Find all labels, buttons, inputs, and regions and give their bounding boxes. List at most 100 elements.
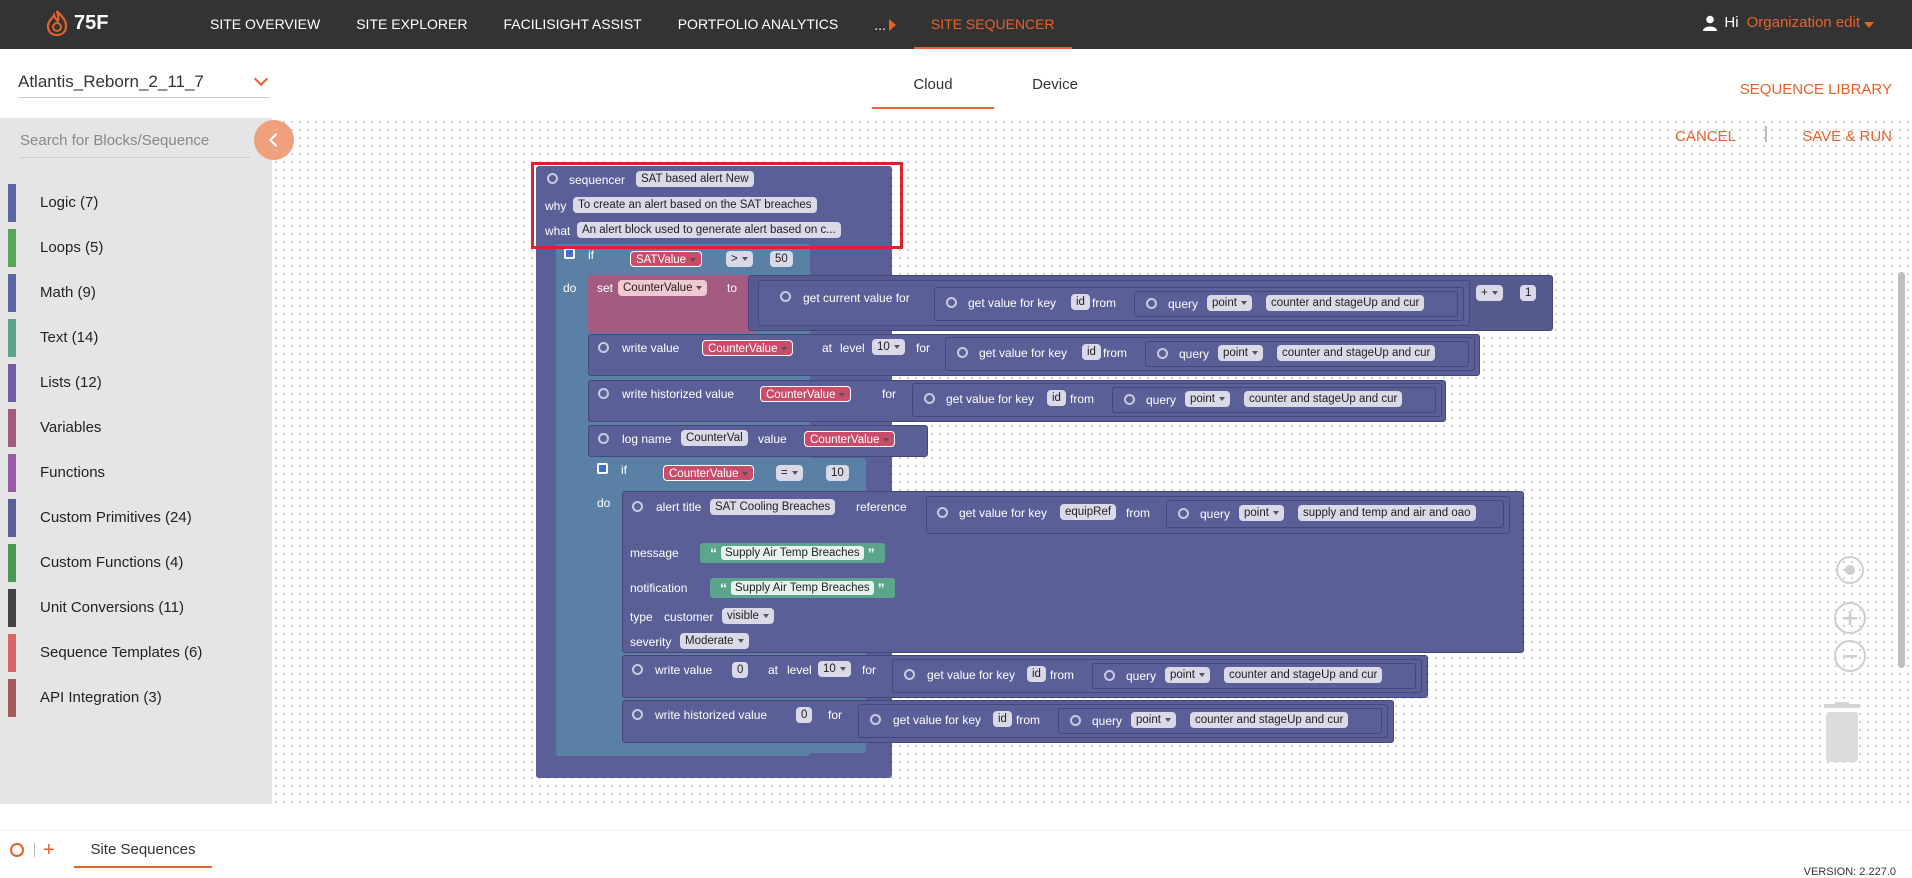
threshold-value[interactable]: 50 (770, 251, 793, 267)
gear-icon[interactable] (870, 714, 881, 725)
query-type-dropdown[interactable]: point (1165, 667, 1210, 683)
add-icon[interactable]: + (43, 839, 55, 862)
gear-icon[interactable] (1157, 348, 1168, 359)
tab-cloud[interactable]: Cloud (872, 76, 994, 109)
nav-site-overview[interactable]: SITE OVERVIEW (210, 0, 320, 49)
sequence-library-link[interactable]: SEQUENCE LIBRARY (1740, 81, 1892, 98)
increment-value[interactable]: 1 (1520, 285, 1537, 301)
query-filter-field[interactable]: counter and stageUp and cur (1190, 712, 1349, 728)
query-type-dropdown[interactable]: point (1207, 295, 1252, 311)
zero-value[interactable]: 0 (732, 662, 749, 678)
category-variables[interactable]: Variables (0, 405, 202, 450)
zoom-in-button[interactable] (1834, 602, 1866, 634)
query-filter-field[interactable]: counter and stageUp and cur (1244, 391, 1403, 407)
key-id-field[interactable]: id (1071, 294, 1090, 310)
category-api-integration[interactable]: API Integration (3) (0, 675, 202, 720)
gear-icon[interactable] (632, 501, 643, 512)
math-operator-dropdown[interactable]: + (1476, 285, 1503, 301)
nav-portfolio-analytics[interactable]: PORTFOLIO ANALYTICS (678, 0, 839, 49)
zero-value[interactable]: 0 (796, 707, 813, 723)
nav-site-explorer[interactable]: SITE EXPLORER (356, 0, 467, 49)
severity-dropdown[interactable]: Moderate (680, 633, 749, 649)
countervalue-variable[interactable]: CounterValue (702, 340, 794, 356)
query-filter-field[interactable]: counter and stageUp and cur (1266, 295, 1425, 311)
query-type-dropdown[interactable]: point (1239, 505, 1284, 521)
brand-logo[interactable]: 75F (46, 10, 108, 36)
gear-icon[interactable] (1070, 715, 1081, 726)
gear-icon[interactable] (598, 388, 609, 399)
countervalue-variable[interactable]: CounterValue (663, 465, 755, 481)
gear-icon[interactable] (598, 342, 609, 353)
query-type-dropdown[interactable]: point (1218, 345, 1263, 361)
comparison-operator[interactable]: = (776, 465, 803, 481)
level-dropdown[interactable]: 10 (818, 661, 851, 677)
category-custom-primitives[interactable]: Custom Primitives (24) (0, 495, 202, 540)
query-filter-field[interactable]: counter and stageUp and cur (1277, 345, 1436, 361)
nav-facilisight-assist[interactable]: FACILISIGHT ASSIST (503, 0, 641, 49)
gear-icon[interactable] (924, 393, 935, 404)
notification-text[interactable]: Supply Air Temp Breaches (731, 581, 874, 595)
category-custom-functions[interactable]: Custom Functions (4) (0, 540, 202, 585)
tab-site-sequences[interactable]: Site Sequences (74, 841, 212, 868)
category-functions[interactable]: Functions (0, 450, 202, 495)
zoom-out-button[interactable] (1834, 640, 1866, 672)
category-loops[interactable]: Loops (5) (0, 225, 202, 270)
countervalue-variable[interactable]: CounterValue (760, 386, 852, 402)
workspace-scrollbar[interactable] (1898, 272, 1905, 668)
tab-device[interactable]: Device (994, 76, 1116, 109)
query-type-dropdown[interactable]: point (1131, 712, 1176, 728)
gear-icon[interactable] (1146, 298, 1157, 309)
key-id-field[interactable]: id (993, 711, 1012, 727)
key-id-field[interactable]: id (1082, 344, 1101, 360)
key-equipref-field[interactable]: equipRef (1060, 504, 1117, 520)
user-menu[interactable]: Hi Organization edit (1702, 14, 1874, 31)
gear-icon[interactable] (1104, 670, 1115, 681)
gear-icon[interactable] (598, 433, 609, 444)
alert-title-field[interactable]: SAT Cooling Breaches (710, 499, 836, 515)
countervalue-variable[interactable]: CounterValue (804, 431, 896, 447)
query-filter-field[interactable]: counter and stageUp and cur (1224, 667, 1383, 683)
save-run-button[interactable]: SAVE & RUN (1802, 128, 1892, 145)
message-text[interactable]: Supply Air Temp Breaches (721, 546, 864, 560)
gear-icon[interactable] (780, 291, 791, 302)
countervalue-variable[interactable]: CounterValue (618, 280, 708, 296)
gear-icon[interactable] (957, 347, 968, 358)
gear-icon[interactable] (904, 669, 915, 680)
query-filter-field[interactable]: supply and temp and air and oao (1298, 505, 1476, 521)
compare-value[interactable]: 10 (826, 465, 849, 481)
log-name-field[interactable]: CounterVal (681, 430, 748, 446)
category-text[interactable]: Text (14) (0, 315, 202, 360)
gear-icon[interactable] (632, 664, 643, 675)
key-id-field[interactable]: id (1027, 666, 1046, 682)
gear-icon[interactable] (1124, 394, 1135, 405)
notification-string-block[interactable]: “ Supply Air Temp Breaches ” (710, 578, 895, 598)
level-dropdown[interactable]: 10 (872, 339, 905, 355)
comparison-operator[interactable]: > (726, 251, 753, 267)
org-label[interactable]: Organization edit (1747, 14, 1860, 31)
search-icon[interactable] (10, 843, 24, 857)
key-id-field[interactable]: id (1047, 390, 1066, 406)
collapse-sidebar-button[interactable] (254, 120, 294, 160)
site-selector[interactable]: Atlantis_Reborn_2_11_7 (18, 71, 270, 98)
gear-icon[interactable] (946, 297, 957, 308)
category-logic[interactable]: Logic (7) (0, 180, 202, 225)
trash-icon[interactable] (1820, 702, 1864, 764)
gear-icon[interactable] (937, 507, 948, 518)
nav-site-sequencer[interactable]: SITE SEQUENCER (913, 0, 1072, 49)
mutator-icon[interactable] (564, 248, 575, 259)
category-unit-conversions[interactable]: Unit Conversions (11) (0, 585, 202, 630)
gear-icon[interactable] (1178, 508, 1189, 519)
nav-more-button[interactable]: ... (874, 17, 896, 33)
satvalue-variable[interactable]: SATValue (630, 251, 703, 267)
category-lists[interactable]: Lists (12) (0, 360, 202, 405)
category-math[interactable]: Math (9) (0, 270, 202, 315)
cancel-button[interactable]: CANCEL (1675, 128, 1736, 145)
message-string-block[interactable]: “ Supply Air Temp Breaches ” (700, 543, 885, 563)
search-input[interactable]: Search for Blocks/Sequence (20, 132, 250, 158)
category-sequence-templates[interactable]: Sequence Templates (6) (0, 630, 202, 675)
mutator-icon[interactable] (597, 463, 608, 474)
recenter-icon[interactable] (1836, 556, 1864, 584)
query-type-dropdown[interactable]: point (1185, 391, 1230, 407)
visibility-dropdown[interactable]: visible (722, 608, 774, 624)
gear-icon[interactable] (632, 709, 643, 720)
